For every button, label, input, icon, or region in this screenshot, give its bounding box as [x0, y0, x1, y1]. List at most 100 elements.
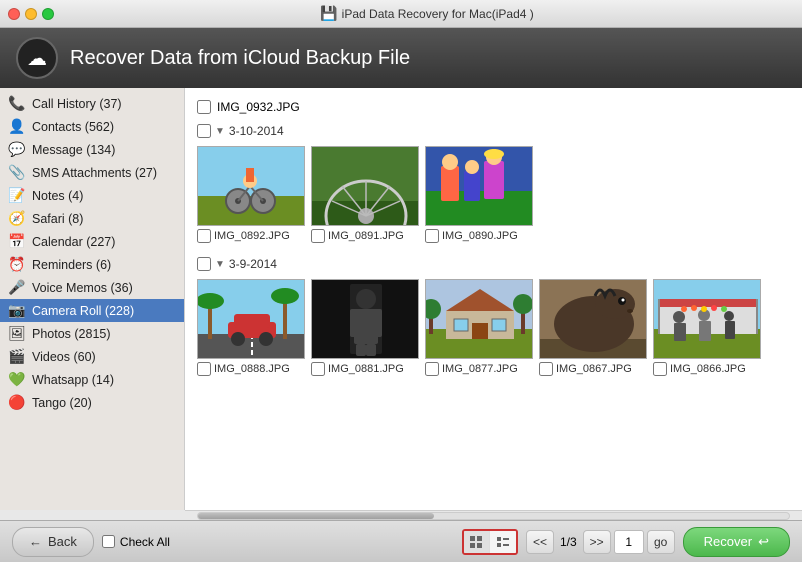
photo-checkbox[interactable] [311, 229, 325, 243]
sidebar-item-label: Contacts (562) [32, 120, 114, 134]
header: ☁ Recover Data from iCloud Backup File [0, 28, 802, 88]
tango-icon: 🔴 [8, 394, 26, 411]
photo-checkbox[interactable] [425, 362, 439, 376]
notes-icon: 📝 [8, 187, 26, 204]
photo-thumbnail[interactable] [311, 146, 419, 226]
list-item: IMG_0881.JPG [311, 279, 419, 376]
sidebar: 📞 Call History (37) 👤 Contacts (562) 💬 M… [0, 88, 185, 510]
photo-thumbnail[interactable] [197, 279, 305, 359]
sidebar-item-contacts[interactable]: 👤 Contacts (562) [0, 115, 184, 138]
page-input[interactable] [614, 530, 644, 554]
sidebar-item-sms-attachments[interactable]: 📎 SMS Attachments (27) [0, 161, 184, 184]
sidebar-item-videos[interactable]: 🎬 Videos (60) [0, 345, 184, 368]
list-item: IMG_0891.JPG [311, 146, 419, 243]
photo-filename: IMG_0892.JPG [214, 230, 290, 242]
group2-checkbox[interactable] [197, 257, 211, 271]
sidebar-item-whatsapp[interactable]: 💚 Whatsapp (14) [0, 368, 184, 391]
photo-checkbox[interactable] [425, 229, 439, 243]
top-item-row: IMG_0932.JPG [197, 96, 790, 118]
page-info: 1/3 [560, 535, 577, 549]
photo-filename: IMG_0888.JPG [214, 363, 290, 375]
group-header-1: ▼ 3-10-2014 [197, 118, 790, 142]
safari-icon: 🧭 [8, 210, 26, 227]
maximize-button[interactable] [42, 8, 54, 20]
list-item: IMG_0866.JPG [653, 279, 761, 376]
sidebar-item-camera-roll[interactable]: 📷 Camera Roll (228) [0, 299, 184, 322]
sidebar-item-reminders[interactable]: ⏰ Reminders (6) [0, 253, 184, 276]
sidebar-item-call-history[interactable]: 📞 Call History (37) [0, 92, 184, 115]
list-item: IMG_0877.JPG [425, 279, 533, 376]
sidebar-item-voice-memos[interactable]: 🎤 Voice Memos (36) [0, 276, 184, 299]
group2-photos: IMG_0888.JPG [197, 275, 790, 384]
photo-thumbnail[interactable] [653, 279, 761, 359]
photo-filename: IMG_0891.JPG [328, 230, 404, 242]
photo-checkbox[interactable] [653, 362, 667, 376]
top-item-checkbox[interactable] [197, 100, 211, 114]
sidebar-item-label: Voice Memos (36) [32, 281, 133, 295]
view-toggle [462, 529, 518, 555]
check-all-checkbox[interactable] [102, 535, 115, 548]
call-history-icon: 📞 [8, 95, 26, 112]
go-button[interactable]: go [647, 530, 675, 554]
sidebar-item-label: Safari (8) [32, 212, 83, 226]
recover-button[interactable]: Recover ↩ [683, 527, 790, 557]
recover-icon: ↩ [758, 534, 769, 550]
photo-filename: IMG_0866.JPG [670, 363, 746, 375]
cloud-icon: ☁ [16, 37, 58, 79]
prev-page-button[interactable]: << [526, 530, 554, 554]
check-all-container: Check All [102, 535, 170, 549]
group1-date: 3-10-2014 [229, 124, 284, 138]
photo-thumbnail[interactable] [425, 279, 533, 359]
videos-icon: 🎬 [8, 348, 26, 365]
sidebar-item-message[interactable]: 💬 Message (134) [0, 138, 184, 161]
grid-icon [469, 535, 483, 549]
list-icon [496, 535, 510, 549]
camera-roll-icon: 📷 [8, 302, 26, 319]
sidebar-item-safari[interactable]: 🧭 Safari (8) [0, 207, 184, 230]
photo-thumbnail[interactable] [425, 146, 533, 226]
whatsapp-icon: 💚 [8, 371, 26, 388]
close-button[interactable] [8, 8, 20, 20]
group1-checkbox[interactable] [197, 124, 211, 138]
photo-filename: IMG_0877.JPG [442, 363, 518, 375]
minimize-button[interactable] [25, 8, 37, 20]
scrollbar[interactable] [185, 510, 802, 520]
sidebar-item-label: Reminders (6) [32, 258, 111, 272]
photo-checkbox[interactable] [197, 362, 211, 376]
back-button[interactable]: ← Back [12, 527, 94, 557]
photo-checkbox[interactable] [311, 362, 325, 376]
photo-filename: IMG_0890.JPG [442, 230, 518, 242]
next-page-button[interactable]: >> [583, 530, 611, 554]
sidebar-item-label: SMS Attachments (27) [32, 166, 157, 180]
photo-checkbox[interactable] [539, 362, 553, 376]
photos-icon: 🖼 [8, 325, 26, 342]
sidebar-item-calendar[interactable]: 📅 Calendar (227) [0, 230, 184, 253]
photo-checkbox[interactable] [197, 229, 211, 243]
voice-memos-icon: 🎤 [8, 279, 26, 296]
grid-view-button[interactable] [464, 531, 490, 553]
bottom-bar: ← Back Check All << 1/3 >> [0, 520, 802, 562]
photo-filename: IMG_0867.JPG [556, 363, 632, 375]
group1-arrow: ▼ [215, 126, 225, 137]
sidebar-item-tango[interactable]: 🔴 Tango (20) [0, 391, 184, 414]
main-content: 📞 Call History (37) 👤 Contacts (562) 💬 M… [0, 88, 802, 510]
sidebar-item-notes[interactable]: 📝 Notes (4) [0, 184, 184, 207]
pagination-controls: << 1/3 >> go [526, 530, 675, 554]
check-all-label: Check All [120, 535, 170, 549]
header-title: Recover Data from iCloud Backup File [70, 47, 410, 70]
photo-thumbnail[interactable] [539, 279, 647, 359]
group2-date: 3-9-2014 [229, 257, 277, 271]
photo-thumbnail[interactable] [311, 279, 419, 359]
traffic-lights [8, 8, 54, 20]
top-item-filename: IMG_0932.JPG [217, 100, 300, 114]
back-arrow-icon: ← [29, 534, 42, 549]
message-icon: 💬 [8, 141, 26, 158]
sidebar-item-label: Message (134) [32, 143, 115, 157]
sidebar-item-label: Tango (20) [32, 396, 92, 410]
sidebar-item-photos[interactable]: 🖼 Photos (2815) [0, 322, 184, 345]
group2-arrow: ▼ [215, 259, 225, 270]
photo-thumbnail[interactable] [197, 146, 305, 226]
list-item: IMG_0888.JPG [197, 279, 305, 376]
sidebar-item-label: Camera Roll (228) [32, 304, 134, 318]
list-view-button[interactable] [490, 531, 516, 553]
